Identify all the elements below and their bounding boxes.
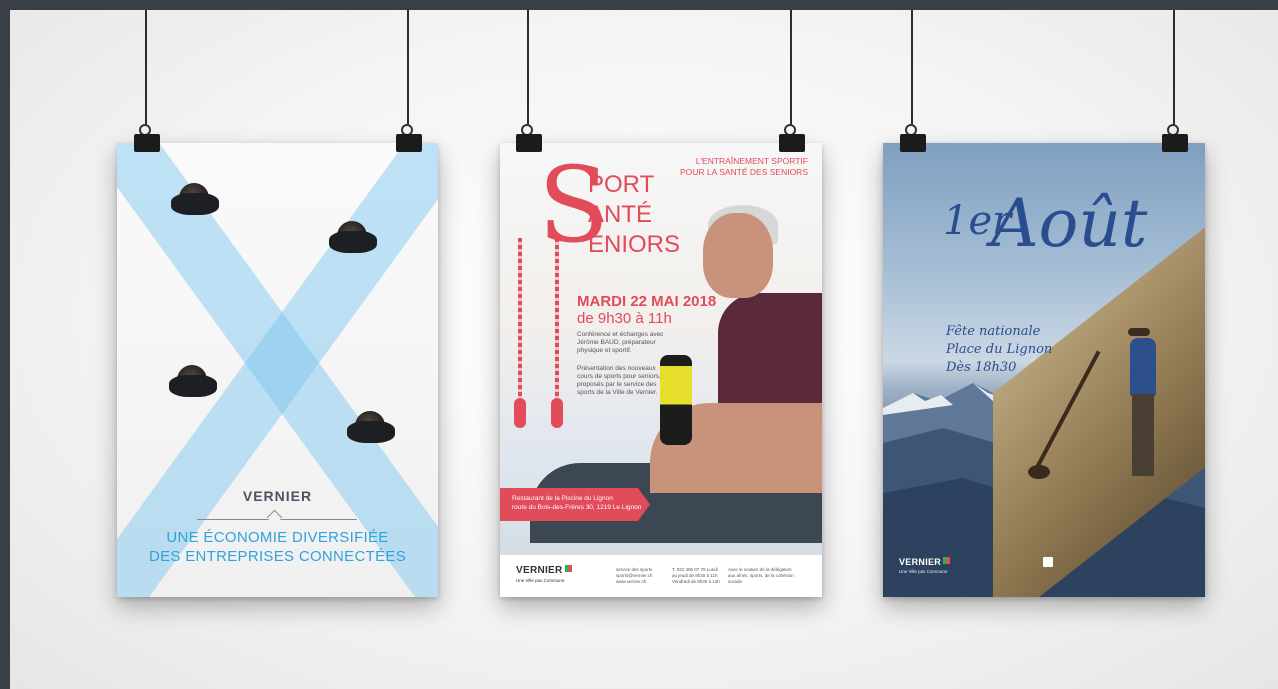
vernier-logo: VERNIER xyxy=(899,557,951,567)
logo-subtitle: Une Ville pas Commune xyxy=(899,569,948,574)
event-description-2: Présentation des nouveaux cours de sport… xyxy=(577,365,661,396)
hanging-wire xyxy=(145,10,147,125)
businessperson-figure xyxy=(329,221,377,253)
binder-clip-icon xyxy=(396,124,422,152)
poster-footer: VERNIER Une Ville pas Commune xyxy=(883,547,1205,597)
hanging-wire xyxy=(407,10,409,125)
poster-sport-sante-seniors: L'ENTRAÎNEMENT SPORTIF POUR LA SANTÉ DES… xyxy=(500,143,822,597)
divider-caret xyxy=(266,509,283,526)
hanging-wire xyxy=(1173,10,1175,125)
poster-1er-aout: 1er Août Fête nationale Place du Lignon … xyxy=(883,143,1205,597)
footer-contact-2: T. 022 306 07 79 Lundi au jeudi de 8h30 … xyxy=(672,567,720,584)
businessperson-figure xyxy=(347,411,395,443)
logo-subtitle: Une Ville pas Commune xyxy=(516,578,565,583)
tagline-line-1: UNE ÉCONOMIE DIVERSIFIÉE xyxy=(166,529,389,546)
jump-rope-handle xyxy=(514,398,526,428)
footer-contact-1: service des sports sports@vernier.ch www… xyxy=(616,567,653,584)
businessperson-figure xyxy=(169,365,217,397)
poster-vernier-economie: VERNIER UNE ÉCONOMIE DIVERSIFIÉE DES ENT… xyxy=(117,143,438,597)
jump-rope-handle xyxy=(551,398,563,428)
poster-subtitle: L'ENTRAÎNEMENT SPORTIF POUR LA SANTÉ DES… xyxy=(679,156,808,177)
vernier-brand: VERNIER xyxy=(242,488,313,504)
alphorn-player xyxy=(1128,328,1158,478)
hanging-wire xyxy=(527,10,529,125)
event-info: Fête nationale Place du Lignon Dès 18h30 xyxy=(946,324,1053,375)
facebook-icon xyxy=(1043,557,1053,567)
title-seniors: ENIORS xyxy=(588,231,681,258)
seated-woman-face xyxy=(703,213,773,298)
binder-clip-icon xyxy=(516,124,542,152)
event-date: MARDI 22 MAI 2018 de 9h30 à 11h xyxy=(577,293,717,327)
title-sante: ANTÉ xyxy=(588,201,653,228)
gallery-wall: VERNIER UNE ÉCONOMIE DIVERSIFIÉE DES ENT… xyxy=(10,10,1278,689)
vernier-logo: VERNIER xyxy=(516,565,572,576)
venue-banner: Restaurant de la Piscine du Lignon route… xyxy=(500,488,650,521)
businessperson-figure xyxy=(171,183,219,215)
hanging-wire xyxy=(911,10,913,125)
binder-clip-icon xyxy=(900,124,926,152)
alphorn-bell xyxy=(1028,465,1050,479)
binder-clip-icon xyxy=(134,124,160,152)
jump-rope-left xyxy=(518,238,522,398)
footer-contact-3: Avec le soutien de la délégation aux aîn… xyxy=(728,567,794,584)
hanging-wire xyxy=(790,10,792,125)
binder-clip-icon xyxy=(1162,124,1188,152)
tagline-line-2: DES ENTREPRISES CONNECTÉES xyxy=(148,548,406,565)
poster-footer: VERNIER Une Ville pas Commune service de… xyxy=(500,554,822,597)
title-sport: PORT xyxy=(588,171,655,198)
binder-clip-icon xyxy=(779,124,805,152)
title-aout: Août xyxy=(991,185,1148,262)
event-description-1: Conférence et échanges avec Jérôme BAUD,… xyxy=(577,331,664,354)
